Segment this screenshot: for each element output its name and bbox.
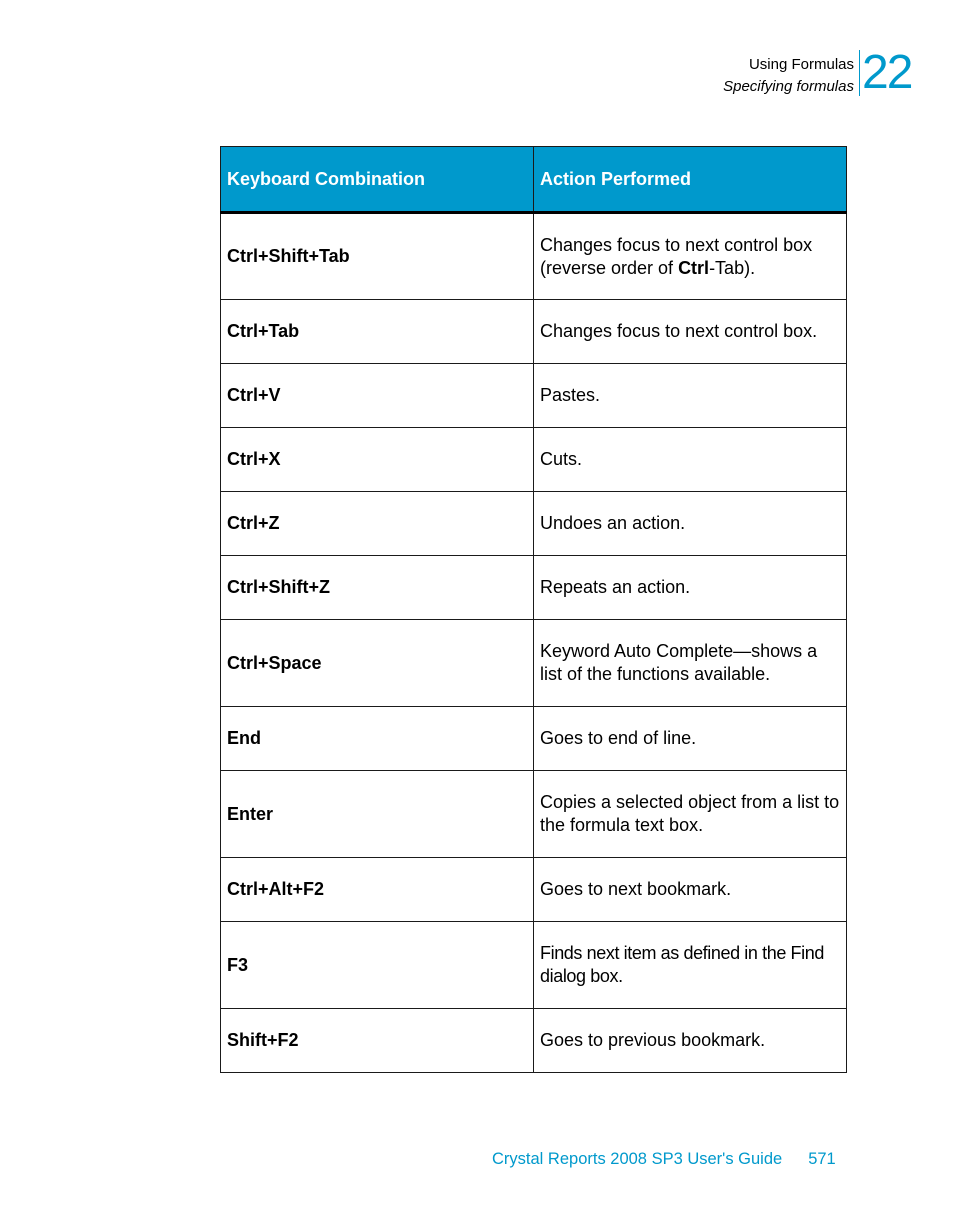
table-row: Ctrl+Space Keyword Auto Complete—shows a…: [220, 619, 847, 707]
key-cell: Ctrl+V: [220, 363, 534, 428]
key-cell: Ctrl+Alt+F2: [220, 857, 534, 922]
key-cell: End: [220, 706, 534, 771]
table-row: End Goes to end of line.: [220, 706, 847, 771]
action-cell: Goes to previous bookmark.: [533, 1008, 847, 1073]
table-row: Enter Copies a selected object from a li…: [220, 770, 847, 858]
table-row: Ctrl+Z Undoes an action.: [220, 491, 847, 556]
action-cell: Copies a selected object from a list to …: [533, 770, 847, 858]
action-cell: Undoes an action.: [533, 491, 847, 556]
running-head: Using Formulas Specifying formulas: [723, 54, 854, 98]
action-cell: Finds next item as defined in the Find d…: [533, 921, 847, 1009]
action-cell: Goes to end of line.: [533, 706, 847, 771]
key-cell: Enter: [220, 770, 534, 858]
table-header-row: Keyboard Combination Action Performed: [220, 146, 847, 214]
key-cell: F3: [220, 921, 534, 1009]
key-cell: Ctrl+Z: [220, 491, 534, 556]
action-key-emphasis: Ctrl: [678, 257, 710, 278]
table-row: Ctrl+V Pastes.: [220, 363, 847, 428]
key-cell: Ctrl+X: [220, 427, 534, 492]
table-row: Ctrl+Tab Changes focus to next control b…: [220, 299, 847, 364]
keyboard-shortcuts-table: Keyboard Combination Action Performed Ct…: [220, 146, 847, 1073]
book-title: Crystal Reports 2008 SP3 User's Guide: [492, 1150, 783, 1168]
key-cell: Ctrl+Tab: [220, 299, 534, 364]
key-cell: Shift+F2: [220, 1008, 534, 1073]
key-cell: Ctrl+Space: [220, 619, 534, 707]
action-cell: Changes focus to next control box.: [533, 299, 847, 364]
table-row: F3 Finds next item as defined in the Fin…: [220, 921, 847, 1009]
action-cell: Keyword Auto Complete—shows a list of th…: [533, 619, 847, 707]
action-cell: Changes focus to next control box (rever…: [533, 212, 847, 300]
action-cell: Pastes.: [533, 363, 847, 428]
action-text: Changes focus to next control box (rever…: [540, 234, 813, 278]
table-row: Ctrl+Shift+Z Repeats an action.: [220, 555, 847, 620]
section-title: Specifying formulas: [723, 78, 854, 95]
key-cell: Ctrl+Shift+Tab: [220, 212, 534, 300]
column-header-action-performed: Action Performed: [533, 146, 847, 214]
page-footer: Crystal Reports 2008 SP3 User's Guide 571: [492, 1150, 836, 1169]
chapter-number: 22: [859, 49, 913, 97]
table-row: Ctrl+X Cuts.: [220, 427, 847, 492]
action-cell: Repeats an action.: [533, 555, 847, 620]
action-text: -Tab).: [709, 257, 756, 278]
action-cell: Cuts.: [533, 427, 847, 492]
chapter-title: Using Formulas: [748, 56, 854, 73]
action-cell: Goes to next bookmark.: [533, 857, 847, 922]
table-row: Ctrl+Alt+F2 Goes to next bookmark.: [220, 857, 847, 922]
page-number: 571: [808, 1150, 836, 1168]
column-header-keyboard-combination: Keyboard Combination: [220, 146, 534, 214]
table-row: Ctrl+Shift+Tab Changes focus to next con…: [220, 212, 847, 300]
table-row: Shift+F2 Goes to previous bookmark.: [220, 1008, 847, 1073]
key-cell: Ctrl+Shift+Z: [220, 555, 534, 620]
